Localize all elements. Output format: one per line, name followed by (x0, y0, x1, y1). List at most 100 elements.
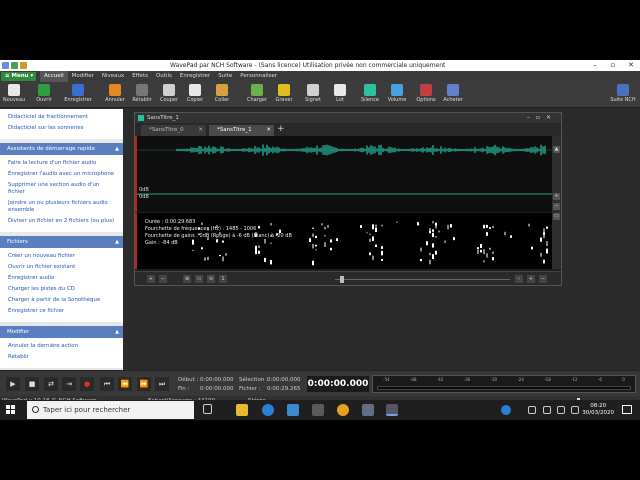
zoom-in-icon[interactable]: + (553, 193, 560, 200)
go-start-button[interactable]: ⏮ (100, 377, 114, 391)
copier-button[interactable]: Copier (181, 84, 209, 106)
network-tray-icon[interactable] (528, 406, 536, 414)
tab-personnaliser[interactable]: Personnaliser (236, 71, 281, 82)
horizontal-scroll-thumb[interactable] (340, 276, 344, 283)
clock[interactable]: 08:20 30/03/2020 (582, 403, 614, 417)
zoom-in-h-icon[interactable]: + (147, 275, 155, 283)
stop-button[interactable]: ■ (25, 377, 39, 391)
rewind-button[interactable]: ⏪ (118, 377, 132, 391)
ouvrir-button[interactable]: Ouvrir (30, 84, 58, 106)
charger-button[interactable]: Charger (243, 84, 271, 106)
tab-effets[interactable]: Effets (128, 71, 152, 82)
sidebar-link[interactable]: Ouvrir un fichier existant (0, 263, 123, 272)
vertical-zoom-bar[interactable]: ▲ + − ▭ (552, 136, 561, 269)
signet-button[interactable]: Signet (299, 84, 327, 106)
sidebar-link[interactable]: Joindre un ou plusieurs fichiers audio e… (0, 199, 123, 215)
fast-forward-button[interactable]: ⏩ (137, 377, 151, 391)
couper-button[interactable]: Couper (155, 84, 183, 106)
sidebar-link[interactable]: Didacticiel de fractionnement (0, 113, 123, 122)
sidebar-link[interactable]: Faire la lecture d'un fichier audio (0, 159, 123, 168)
section-header-modifier[interactable]: Modifier (0, 326, 123, 338)
doc-tab-1[interactable]: *SansTitre_1 ✕ (209, 125, 274, 136)
tab-suite[interactable]: Suite (214, 71, 236, 82)
sidebar-link[interactable]: Enregistrer audio (0, 274, 123, 283)
zoom-selection-icon[interactable]: ⊕ (183, 275, 191, 283)
quick-open-icon[interactable] (11, 62, 18, 69)
horizontal-scroll-track[interactable] (335, 279, 510, 280)
zoom-out-icon[interactable]: − (553, 203, 560, 210)
acheter-button[interactable]: Acheter (439, 84, 467, 106)
loop-button[interactable]: ⇄ (44, 377, 58, 391)
section-header-fichiers[interactable]: Fichiers (0, 236, 123, 248)
menu-button[interactable]: ≡ Menu ▾ (1, 72, 36, 81)
language-tray-icon[interactable] (571, 406, 579, 414)
sidebar-link[interactable]: Diviser un fichier en 2 fichiers (ou plu… (0, 217, 123, 226)
sidebar-link[interactable]: Charger les pistes du CD (0, 285, 123, 294)
zoom-minus-icon[interactable]: − (539, 275, 547, 283)
zoom-plus-icon[interactable]: + (527, 275, 535, 283)
zoom-fit-icon[interactable]: ▭ (553, 213, 560, 220)
suite-nch-button[interactable]: Suite NCH (609, 84, 637, 106)
play-button[interactable]: ▶ (6, 377, 20, 391)
section-header-assistants[interactable]: Assistants de démarrage rapide (0, 143, 123, 155)
enregistrer-button[interactable]: Enregistrer (62, 84, 94, 106)
file-explorer-icon[interactable] (236, 404, 248, 416)
wifi-tray-icon[interactable] (543, 406, 551, 414)
retablir-button[interactable]: Rétablir (128, 84, 156, 106)
tab-modifier[interactable]: Modifier (68, 71, 98, 82)
tab-enregistrer[interactable]: Enregistrer (176, 71, 214, 82)
annuler-button[interactable]: Annuler (101, 84, 129, 106)
volume-button[interactable]: Volume (383, 84, 411, 106)
notifications-icon[interactable] (622, 405, 632, 414)
windows-start-icon[interactable] (6, 405, 16, 415)
close-tab-icon[interactable]: ✕ (198, 125, 203, 136)
tab-niveaux[interactable]: Niveaux (98, 71, 128, 82)
graver-button[interactable]: Graver (270, 84, 298, 106)
lot-button[interactable]: Lot (326, 84, 354, 106)
document-window-controls[interactable]: –▫✕ (527, 113, 557, 123)
spectrogram-view[interactable]: Durée : 0:00:29.683 Fourchette de fréque… (135, 213, 553, 269)
store-icon[interactable] (312, 404, 324, 416)
maximize-button[interactable]: ▫ (604, 60, 622, 71)
options-button[interactable]: Options (412, 84, 440, 106)
coller-button[interactable]: Coller (208, 84, 236, 106)
edge-icon[interactable] (262, 404, 274, 416)
play-to-end-button[interactable]: ⇥ (62, 377, 76, 391)
zoom-all-icon[interactable]: ▭ (195, 275, 203, 283)
close-tab-icon[interactable]: ✕ (266, 125, 271, 136)
zoom-out-h-icon[interactable]: − (159, 275, 167, 283)
mail-icon[interactable] (287, 404, 299, 416)
sidebar-link[interactable]: Didacticiel sur les sonneries (0, 124, 123, 133)
zoom-one-icon[interactable]: 1 (219, 275, 227, 283)
record-button[interactable]: ● (80, 377, 94, 391)
nouveau-button[interactable]: Nouveau (0, 84, 28, 106)
sidebar-link[interactable]: Enregistrer l'audio avec un microphone (0, 170, 123, 179)
tab-accueil[interactable]: Accueil (40, 71, 68, 82)
help-tray-icon[interactable] (501, 405, 511, 415)
minimize-button[interactable]: – (586, 60, 604, 71)
sidebar-link[interactable]: Supprimer une section audio d'un fichier (0, 181, 123, 197)
scroll-up-icon[interactable]: ▲ (553, 146, 560, 153)
app-icon[interactable] (362, 404, 374, 416)
tab-outils[interactable]: Outils (152, 71, 176, 82)
taskbar-search-input[interactable]: Taper ici pour rechercher (27, 401, 194, 419)
go-end-button[interactable]: ⏭ (155, 377, 169, 391)
add-tab-icon[interactable]: + (277, 124, 285, 134)
zoom-reset-icon[interactable]: ⊖ (207, 275, 215, 283)
speaker-tray-icon[interactable] (557, 406, 565, 414)
quick-new-icon[interactable] (2, 62, 9, 69)
scroll-right-icon[interactable]: › (515, 275, 523, 283)
sidebar-link[interactable]: Charger à partir de la Sonothèque (0, 296, 123, 305)
doc-tab-0[interactable]: *SansTitre_0 ✕ (141, 125, 206, 136)
silence-button[interactable]: Silence (356, 84, 384, 106)
sidebar-link[interactable]: Rétablir (0, 353, 123, 362)
waveform-view[interactable]: 0dB 0dB (135, 136, 555, 212)
chrome-icon[interactable] (337, 404, 349, 416)
task-view-icon[interactable] (203, 404, 212, 414)
sidebar-link[interactable]: Enregistrer ce fichier (0, 307, 123, 316)
wavepad-taskbar-icon[interactable] (386, 404, 398, 416)
close-button[interactable]: ✕ (622, 60, 640, 71)
quick-save-icon[interactable] (20, 62, 27, 69)
sidebar-link[interactable]: Annuler la dernière action (0, 342, 123, 351)
sidebar-link[interactable]: Créer un nouveau fichier (0, 252, 123, 261)
